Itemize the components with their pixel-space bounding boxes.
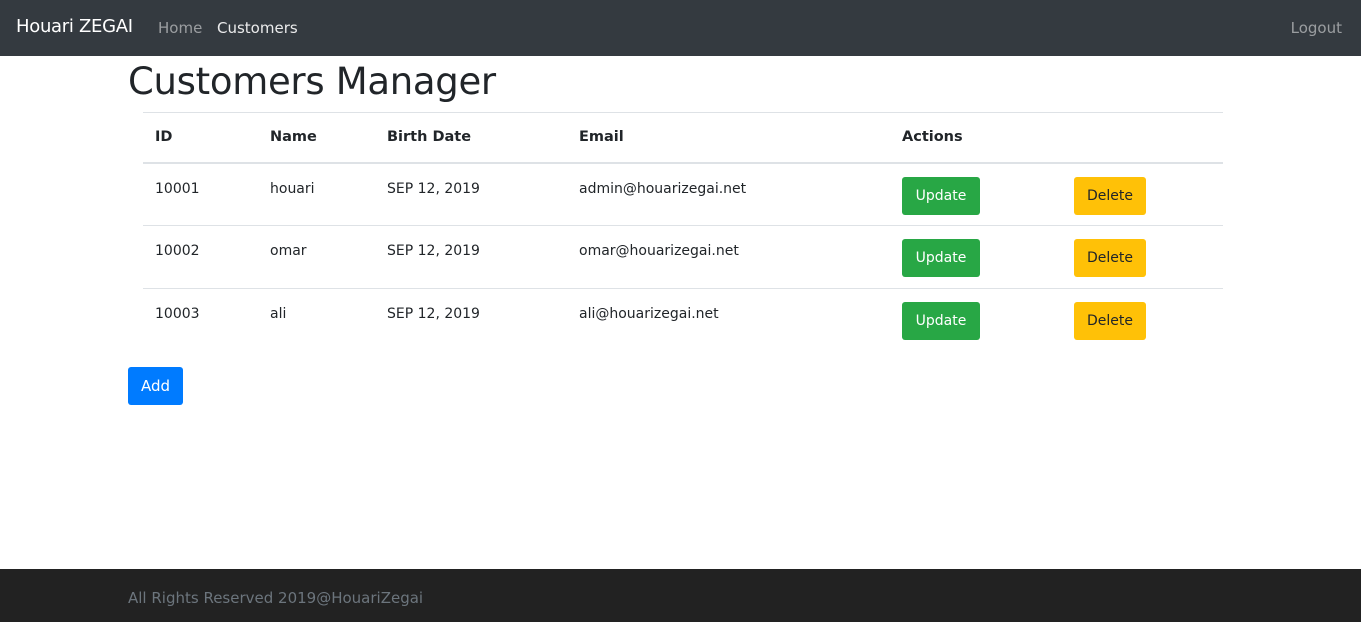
column-header-email: Email [579, 129, 624, 146]
column-header-actions: Actions [902, 129, 963, 146]
nav-link-customers[interactable]: Customers [217, 19, 298, 37]
cell-email: ali@houarizegai.net [579, 306, 719, 322]
table-row: 10003 ali SEP 12, 2019 ali@houarizegai.n… [143, 289, 1223, 352]
cell-name: ali [270, 306, 287, 322]
column-header-name: Name [270, 129, 317, 146]
cell-birth-date: SEP 12, 2019 [387, 306, 480, 322]
cell-id: 10001 [155, 180, 200, 197]
cell-id: 10003 [155, 306, 200, 322]
cell-name: houari [270, 180, 315, 197]
table-row: 10001 houari SEP 12, 2019 admin@houarize… [143, 163, 1223, 226]
footer: All Rights Reserved 2019@HouariZegai [0, 569, 1361, 622]
page-title: Customers Manager [128, 60, 496, 103]
delete-button[interactable]: Delete [1074, 176, 1146, 215]
header-row: ID Name Birth Date Email Actions [143, 112, 1223, 163]
nav-link-home[interactable]: Home [158, 19, 202, 37]
navbar: Houari ZEGAI Home Customers Logout [0, 0, 1361, 56]
cell-delete: Delete [1062, 163, 1223, 226]
cell-delete: Delete [1062, 226, 1223, 289]
cell-email: admin@houarizegai.net [579, 180, 747, 197]
update-button[interactable]: Update [902, 176, 980, 215]
logout-link[interactable]: Logout [1291, 19, 1342, 37]
table-row: 10002 omar SEP 12, 2019 omar@houarizegai… [143, 226, 1223, 289]
cell-name: omar [270, 243, 307, 259]
cell-email: omar@houarizegai.net [579, 243, 739, 259]
cell-update: Update [890, 289, 1062, 352]
column-header-birth-date: Birth Date [387, 129, 472, 146]
update-button[interactable]: Update [902, 239, 980, 277]
cell-update: Update [890, 163, 1062, 226]
table-header: ID Name Birth Date Email Actions [143, 112, 1223, 163]
update-button[interactable]: Update [902, 302, 980, 340]
footer-copyright: All Rights Reserved 2019@HouariZegai [128, 589, 424, 607]
cell-update: Update [890, 226, 1062, 289]
delete-button[interactable]: Delete [1074, 239, 1146, 277]
column-header-blank [1062, 113, 1223, 163]
delete-button[interactable]: Delete [1074, 302, 1146, 340]
cell-delete: Delete [1062, 289, 1223, 352]
add-customer-button[interactable]: Add [128, 367, 183, 405]
customers-table: ID Name Birth Date Email Actions 10001 h… [143, 112, 1223, 352]
cell-birth-date: SEP 12, 2019 [387, 180, 480, 197]
cell-id: 10002 [155, 243, 200, 259]
cell-birth-date: SEP 12, 2019 [387, 243, 480, 259]
column-header-id: ID [155, 129, 173, 146]
brand-logo[interactable]: Houari ZEGAI [16, 16, 133, 37]
